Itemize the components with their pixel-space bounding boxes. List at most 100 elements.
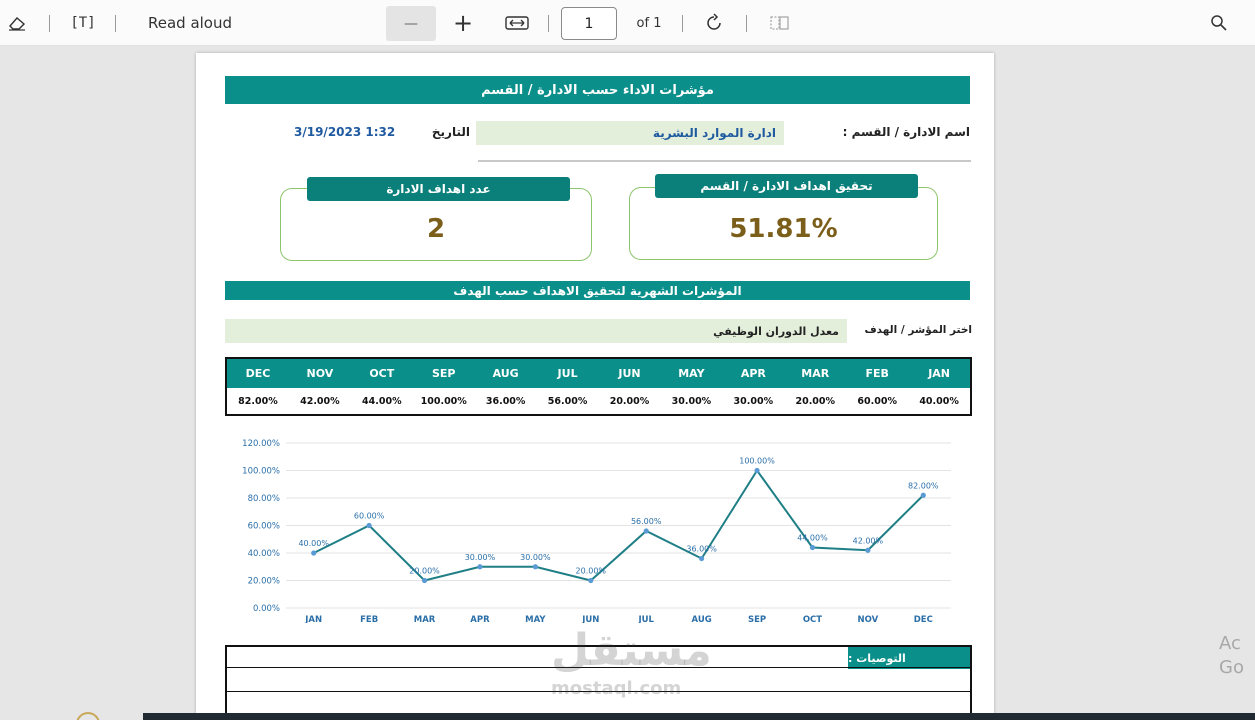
rotate-icon[interactable]	[700, 11, 728, 35]
y-tick-label: 20.00%	[248, 577, 280, 587]
taskbar-logo-icon	[76, 712, 100, 720]
month-header-cell: JAN	[928, 367, 950, 380]
fit-width-icon[interactable]	[502, 12, 532, 34]
watermark-arabic: مستقل	[551, 625, 712, 676]
months-header-row: DEC NOV OCT SEP AUG JUL JUN MAY APR MAR FEB JAN	[227, 359, 970, 388]
y-tick-label: 60.00%	[248, 522, 280, 532]
month-header-cell: JUN	[618, 367, 641, 380]
data-label: 100.00%	[739, 457, 775, 466]
month-value-cell: 42.00%	[300, 395, 340, 407]
x-tick-label: JAN	[304, 615, 322, 623]
activate-windows-overlay: Ac Go	[1219, 632, 1244, 680]
indicator-select[interactable]: معدل الدوران الوظيفي	[225, 319, 847, 343]
x-tick-label: AUG	[692, 615, 712, 623]
data-point	[366, 522, 372, 529]
data-point	[699, 555, 705, 562]
taskbar	[143, 713, 1255, 720]
read-aloud-button[interactable]: Read aloud	[136, 12, 244, 34]
date-label: التاريخ	[431, 125, 470, 139]
month-value-cell: 40.00%	[919, 395, 959, 407]
data-point	[865, 547, 871, 553]
dept-label: اسم الادارة / القسم :	[842, 125, 970, 139]
month-value-cell: 44.00%	[362, 395, 402, 407]
y-tick-label: 0.00%	[253, 604, 280, 614]
page-view-icon[interactable]	[765, 11, 795, 35]
data-label: 36.00%	[686, 545, 717, 554]
zoom-out-button[interactable]: —	[386, 6, 436, 41]
month-header-cell: APR	[740, 367, 766, 380]
x-tick-label: MAR	[414, 615, 436, 623]
recommendations-label: التوصيات :	[848, 647, 970, 669]
pdf-toolbar: [T] Read aloud — + 1 of 1	[0, 0, 1255, 46]
y-tick-label: 100.00%	[242, 467, 280, 477]
month-header-cell: OCT	[369, 367, 395, 380]
month-header-cell: SEP	[431, 367, 456, 380]
data-point	[809, 544, 816, 551]
data-label: 44.00%	[797, 534, 828, 543]
goals-card-title: عدد اهداف الادارة	[307, 177, 570, 201]
data-point	[920, 492, 926, 498]
x-tick-label: SEP	[748, 615, 766, 623]
monthly-title: المؤشرات الشهرية لتحقيق الاهداف حسب الهد…	[225, 281, 970, 300]
x-tick-label: JUL	[637, 615, 654, 623]
x-tick-label: FEB	[360, 615, 378, 623]
month-header-cell: FEB	[865, 367, 889, 380]
monthly-line-chart: 0.00% 20.00% 40.00% 60.00% 80.00% 100.00% 120.…	[242, 439, 951, 623]
month-header-cell: MAY	[678, 367, 705, 380]
data-label: 60.00%	[354, 512, 385, 521]
achievement-card-title: تحقيق اهداف الادارة / القسم	[655, 174, 918, 198]
month-value-cell: 60.00%	[857, 395, 897, 407]
watermark-latin: mostaql.com	[551, 678, 682, 699]
y-tick-label: 40.00%	[248, 549, 280, 559]
x-tick-label: DEC	[914, 615, 933, 623]
month-value-cell: 20.00%	[609, 395, 650, 407]
months-table: DEC NOV OCT SEP AUG JUL JUN MAY APR MAR FEB JAN 82.…	[225, 357, 972, 416]
x-tick-label: OCT	[803, 615, 822, 623]
y-tick-label: 120.00%	[242, 439, 280, 449]
data-label: 42.00%	[853, 536, 884, 545]
month-value-cell: 30.00%	[733, 395, 774, 407]
data-point	[754, 467, 760, 474]
month-header-cell: DEC	[245, 367, 271, 380]
y-tick-label: 80.00%	[248, 494, 280, 504]
activate-line-2: Go	[1219, 657, 1244, 678]
search-icon[interactable]	[1206, 11, 1232, 35]
data-label: 82.00%	[908, 481, 939, 490]
month-value-cell: 100.00%	[420, 395, 467, 407]
page-count: of 1	[636, 15, 662, 31]
month-header-cell: JUL	[557, 367, 578, 380]
data-label: 56.00%	[631, 517, 662, 526]
zoom-in-button[interactable]: +	[446, 8, 480, 38]
select-label: اختر المؤشر / الهدف	[864, 324, 972, 336]
data-label: 30.00%	[520, 553, 551, 562]
achievement-value: 51.81%	[729, 214, 838, 244]
dept-field[interactable]: ادارة الموارد البشرية	[476, 121, 784, 145]
activate-line-1: Ac	[1219, 633, 1241, 654]
data-point	[532, 564, 538, 570]
data-point	[421, 577, 428, 584]
data-label: 20.00%	[576, 567, 607, 576]
data-point	[477, 564, 483, 570]
document-page: مؤشرات الاداء حسب الادارة / القسم اسم ال…	[196, 53, 994, 720]
main-title: مؤشرات الاداء حسب الادارة / القسم	[225, 76, 970, 104]
data-label: 20.00%	[409, 567, 440, 576]
month-value-cell: 20.00%	[795, 395, 836, 407]
data-point	[643, 528, 649, 534]
data-point	[311, 550, 317, 556]
x-tick-label: MAY	[525, 615, 546, 623]
month-header-cell: MAR	[801, 367, 830, 380]
month-value-cell: 82.00%	[238, 395, 278, 407]
month-value-cell: 56.00%	[547, 395, 588, 407]
month-value-cell: 36.00%	[485, 395, 526, 407]
header-divider	[478, 160, 971, 162]
text-button[interactable]: [T]	[66, 12, 100, 34]
data-label: 40.00%	[298, 539, 329, 548]
month-header-cell: AUG	[492, 367, 519, 380]
date-value: 3/19/2023 1:32	[294, 125, 396, 139]
month-header-cell: NOV	[306, 367, 334, 380]
months-values-row: 82.00% 42.00% 44.00% 100.00% 36.00% 56.00% 20.…	[227, 388, 970, 414]
eraser-icon[interactable]	[4, 12, 30, 34]
x-tick-label: NOV	[858, 615, 879, 623]
page-number-input[interactable]: 1	[561, 7, 617, 40]
data-point	[588, 577, 594, 584]
